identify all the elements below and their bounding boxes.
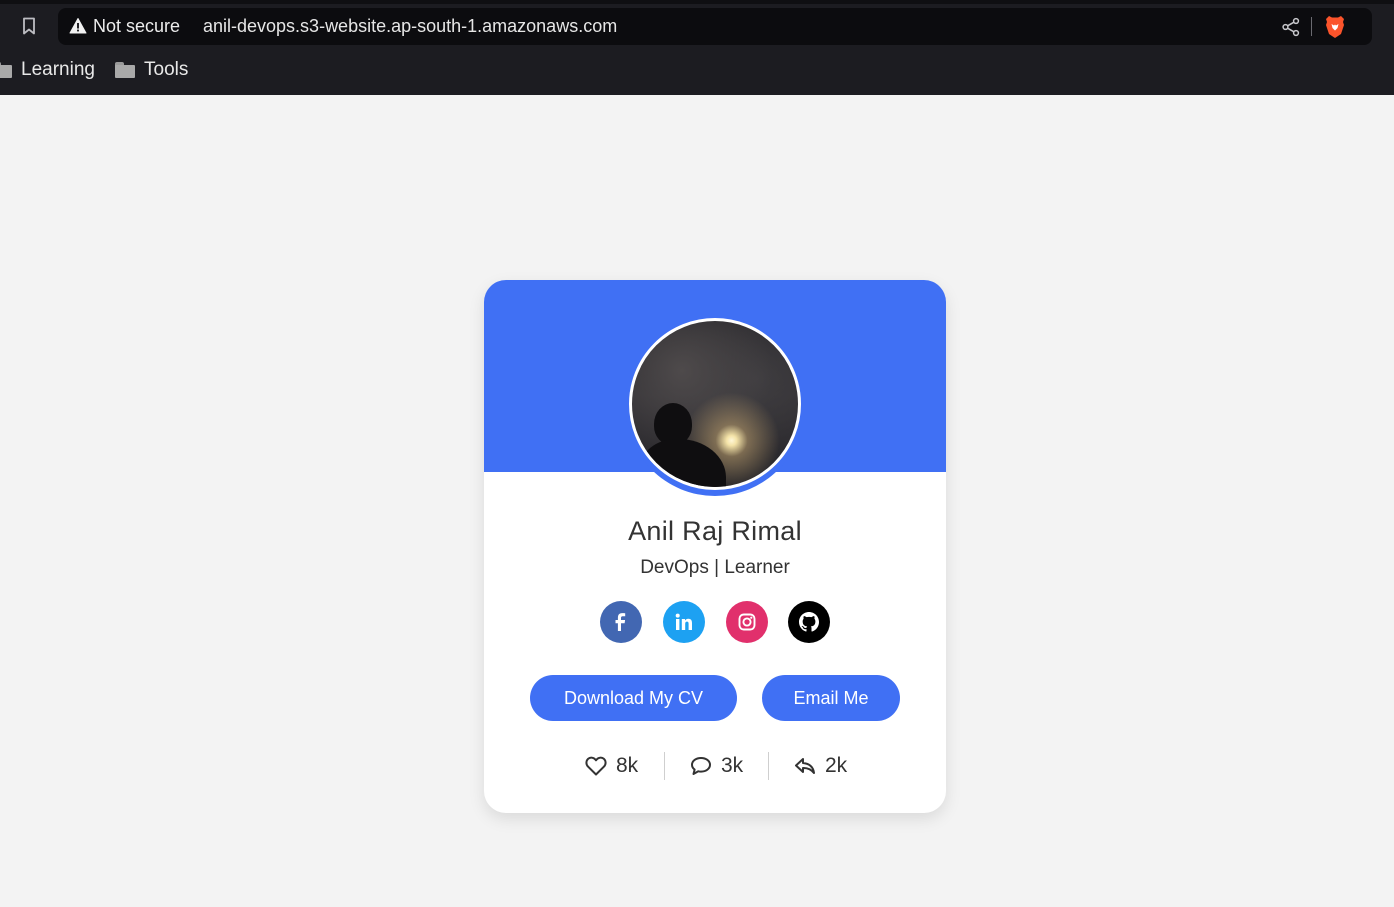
instagram-link[interactable]: [726, 601, 768, 643]
shares-stat[interactable]: 2k: [794, 750, 847, 782]
comments-stat[interactable]: 3k: [690, 750, 743, 782]
stats-row: 8k 3k 2k: [484, 750, 946, 782]
facebook-icon: [615, 613, 626, 631]
likes-stat[interactable]: 8k: [585, 750, 638, 782]
profile-name: Anil Raj Rimal: [628, 516, 802, 546]
folder-icon: [115, 62, 135, 78]
comment-icon: [691, 757, 711, 775]
profile-card: Anil Raj Rimal DevOps | Learner Download…: [484, 280, 946, 813]
linkedin-link[interactable]: [663, 601, 705, 643]
profile-role: DevOps | Learner: [640, 557, 790, 578]
avatar: [629, 318, 801, 490]
folder-icon: [0, 62, 12, 78]
address-bar[interactable]: Not secure anil-devops.s3-website.ap-sou…: [58, 8, 1372, 45]
bookmark-tools[interactable]: Tools: [115, 58, 188, 82]
likes-count: 8k: [616, 754, 639, 777]
url-text[interactable]: anil-devops.s3-website.ap-south-1.amazon…: [203, 16, 617, 37]
instagram-icon: [738, 613, 756, 631]
bookmark-page-icon[interactable]: [17, 14, 41, 38]
avatar-silhouette-body: [640, 439, 726, 487]
linkedin-icon: [675, 613, 692, 630]
reply-icon: [795, 758, 815, 774]
stats-divider: [768, 752, 769, 780]
browser-chrome: Not secure anil-devops.s3-website.ap-sou…: [0, 0, 1394, 95]
toolbar-divider: [1311, 17, 1312, 36]
download-cv-button[interactable]: Download My CV: [530, 675, 737, 721]
facebook-link[interactable]: [600, 601, 642, 643]
stats-divider: [664, 752, 665, 780]
github-icon: [799, 612, 819, 632]
bookmark-label: Learning: [21, 59, 95, 80]
heart-icon: [585, 756, 607, 776]
social-links: [600, 601, 830, 643]
bookmark-learning[interactable]: Learning: [0, 58, 95, 82]
tab-strip-edge: [0, 0, 1394, 4]
warning-icon[interactable]: [69, 17, 87, 35]
avatar-ring: [625, 314, 805, 496]
comments-count: 3k: [721, 754, 744, 777]
brave-shields-icon[interactable]: [1324, 15, 1346, 39]
security-label[interactable]: Not secure: [93, 16, 180, 37]
share-icon[interactable]: [1281, 17, 1301, 37]
github-link[interactable]: [788, 601, 830, 643]
bookmark-label: Tools: [144, 59, 189, 80]
shares-count: 2k: [825, 754, 848, 777]
email-me-button[interactable]: Email Me: [762, 675, 900, 721]
